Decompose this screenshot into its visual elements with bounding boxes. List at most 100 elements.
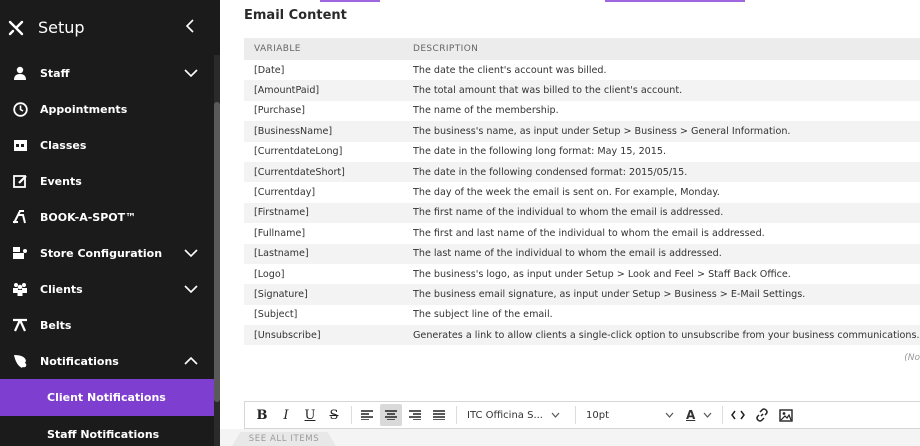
text-color-value: A <box>686 408 696 422</box>
sidebar-subitem-label: Client Notifications <box>47 391 166 404</box>
image-icon <box>779 408 793 422</box>
text-color-select[interactable]: A <box>680 404 718 426</box>
users-icon <box>11 280 29 298</box>
table-row: [Unsubscribe] Generates a link to allow c… <box>244 325 920 346</box>
table-row: [BusinessName] The business's name, as in… <box>244 121 920 142</box>
align-right-icon <box>409 410 421 420</box>
italic-button[interactable]: I <box>275 404 297 426</box>
description-cell: The day of the week the email is sent on… <box>413 187 720 199</box>
sidebar-item-appointments[interactable]: Appointments <box>0 91 220 127</box>
image-button[interactable] <box>775 404 797 426</box>
sidebar-item-label: Store Configuration <box>40 246 163 260</box>
calendar-icon <box>11 136 29 154</box>
sidebar-item-notifications[interactable]: Notifications <box>0 343 220 379</box>
sidebar-subitem-label: Staff Notifications <box>47 428 160 441</box>
description-cell: The business's logo, as input under Setu… <box>413 268 791 280</box>
table-row: [Logo] The business's logo, as input unde… <box>244 264 920 284</box>
font-family-value: ITC Officina S... <box>467 409 543 421</box>
description-cell: The subject line of the email. <box>413 309 553 321</box>
code-button[interactable] <box>727 404 749 426</box>
bike-icon <box>11 208 29 226</box>
top-accent-bar <box>605 0 745 2</box>
table-header: VARIABLE DESCRIPTION <box>244 38 920 60</box>
variable-cell: [Currentday] <box>254 187 316 199</box>
sidebar-item-label: Classes <box>40 138 87 152</box>
column-header-description: DESCRIPTION <box>413 44 479 54</box>
underline-button[interactable]: U <box>299 404 321 426</box>
belt-icon <box>11 316 29 334</box>
sidebar-item-book-a-spot[interactable]: BOOK-A-SPOT™ <box>0 199 220 235</box>
chevron-up-icon[interactable] <box>184 354 198 368</box>
sidebar-subitem-staff-notifications[interactable]: Staff Notifications <box>0 416 214 446</box>
variable-cell: [Logo] <box>254 268 285 280</box>
link-button[interactable] <box>751 404 773 426</box>
description-cell: The total amount that was billed to the … <box>413 85 683 97</box>
variable-cell: [Firstname] <box>254 207 309 219</box>
description-cell: The date in the following long format: M… <box>413 146 667 158</box>
font-family-select[interactable]: ITC Officina S... <box>461 404 571 426</box>
align-right-button[interactable] <box>404 404 426 426</box>
chevron-down-icon[interactable] <box>184 246 198 260</box>
variables-table: VARIABLE DESCRIPTION [Date] The date the … <box>244 38 920 346</box>
strikethrough-button[interactable]: S <box>323 404 345 426</box>
sidebar-subitem-client-notifications[interactable]: Client Notifications <box>0 379 214 416</box>
top-accent-bar <box>320 0 380 2</box>
bold-button[interactable]: B <box>251 404 273 426</box>
sidebar-item-label: Appointments <box>40 102 128 116</box>
sidebar-item-label: Staff <box>40 66 70 80</box>
align-left-icon <box>361 410 373 420</box>
toolbar-divider <box>722 406 724 424</box>
main-content: Email Content VARIABLE DESCRIPTION [Date… <box>220 0 920 446</box>
sidebar: Setup Staff Appointments Classes Events … <box>0 0 220 446</box>
sidebar-item-store-configuration[interactable]: Store Configuration <box>0 235 220 271</box>
align-center-icon <box>385 410 397 420</box>
variable-cell: [Signature] <box>254 288 308 300</box>
sidebar-item-label: Notifications <box>40 354 119 368</box>
font-size-value: 10pt <box>586 409 609 421</box>
align-justify-icon <box>433 410 445 420</box>
sidebar-item-staff[interactable]: Staff <box>0 55 220 91</box>
description-cell: The last name of the individual to whom … <box>413 248 722 260</box>
table-row: [Lastname] The last name of the individua… <box>244 243 920 264</box>
sidebar-item-belts[interactable]: Belts <box>0 307 220 343</box>
description-cell: The date the client's account was billed… <box>413 64 607 76</box>
sidebar-item-clients[interactable]: Clients <box>0 271 220 307</box>
table-row: [Fullname] The first and last name of the… <box>244 223 920 243</box>
description-cell: Generates a link to allow clients a sing… <box>413 329 920 341</box>
align-center-button[interactable] <box>380 404 402 426</box>
table-row: [Subject] The subject line of the email. <box>244 305 920 325</box>
table-row: [CurrentdateShort] The date in the follow… <box>244 161 920 183</box>
sidebar-item-label: BOOK-A-SPOT™ <box>40 210 137 224</box>
bullhorn-icon <box>11 352 29 370</box>
edit-icon <box>11 172 29 190</box>
tools-icon <box>8 20 24 36</box>
sidebar-item-label: Clients <box>40 282 83 296</box>
align-justify-button[interactable] <box>428 404 450 426</box>
variable-cell: [Subject] <box>254 309 298 321</box>
description-cell: The business's name, as input under Setu… <box>413 125 791 137</box>
sidebar-item-classes[interactable]: Classes <box>0 127 220 163</box>
see-all-items-tab[interactable]: SEE ALL ITEMS <box>232 432 336 446</box>
sidebar-item-label: Events <box>40 174 82 188</box>
sidebar-item-label: Belts <box>40 318 72 332</box>
editor-toolbar: B I U S ITC Officina S... 10pt A <box>244 401 920 429</box>
chevron-left-icon[interactable] <box>182 18 198 34</box>
chevron-down-icon[interactable] <box>184 282 198 296</box>
font-size-select[interactable]: 10pt <box>580 404 680 426</box>
chevron-down-icon <box>665 412 674 418</box>
variable-cell: [CurrentdateLong] <box>254 146 343 158</box>
description-cell: The business email signature, as input u… <box>413 288 806 300</box>
variable-cell: [Fullname] <box>254 227 306 239</box>
note-text: (No <box>904 353 920 363</box>
chevron-down-icon[interactable] <box>184 66 198 80</box>
sidebar-item-events[interactable]: Events <box>0 163 220 199</box>
align-left-button[interactable] <box>356 404 378 426</box>
description-cell: The date in the following condensed form… <box>413 166 688 178</box>
table-row: [Currentday] The day of the week the emai… <box>244 182 920 202</box>
table-row: [CurrentdateLong] The date in the followi… <box>244 142 920 162</box>
clock-icon <box>11 100 29 118</box>
chevron-down-icon <box>703 412 712 418</box>
description-cell: The first name of the individual to whom… <box>413 207 724 219</box>
variable-cell: [AmountPaid] <box>254 85 320 97</box>
variable-cell: [Date] <box>254 64 285 76</box>
